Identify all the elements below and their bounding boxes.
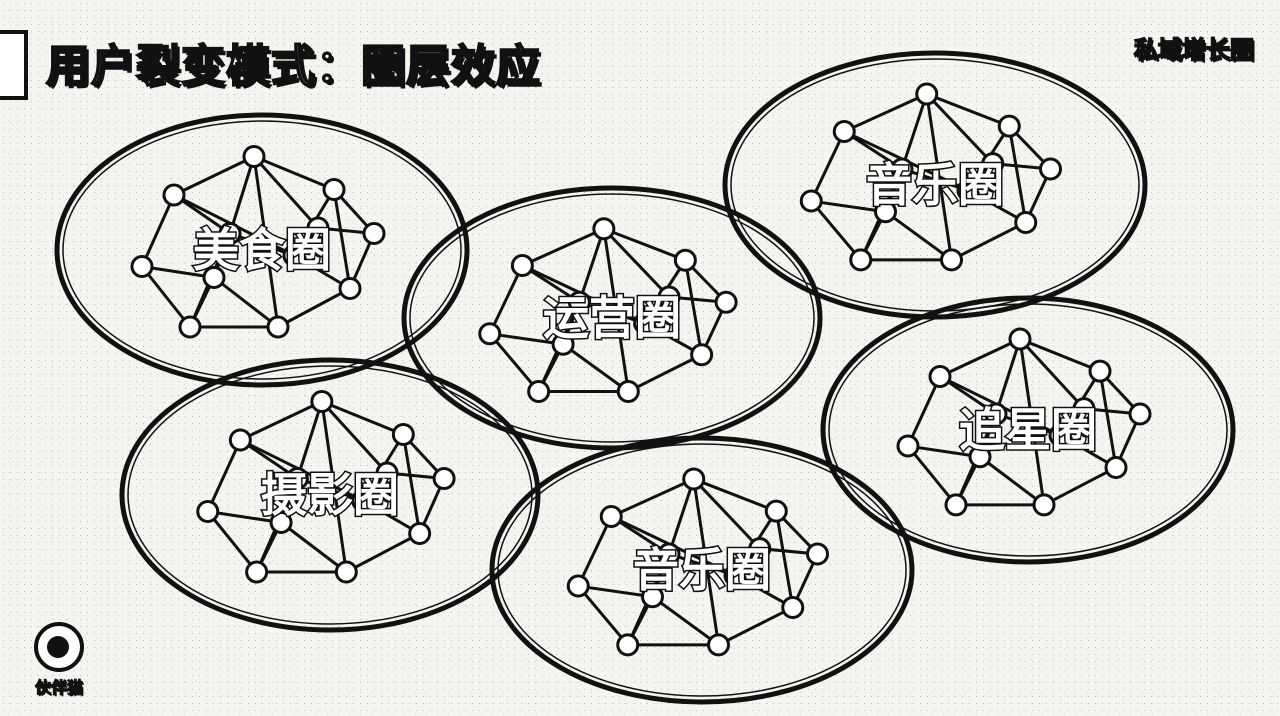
network-node xyxy=(266,315,290,339)
network-edge xyxy=(562,343,630,393)
network-node xyxy=(334,560,358,584)
network-node xyxy=(928,365,952,388)
network-edge xyxy=(810,200,862,261)
circle-music-top: 音乐圈 xyxy=(722,50,1148,320)
circle-label-operations: 运营圈 xyxy=(543,291,681,345)
network-node xyxy=(673,248,697,272)
network-node xyxy=(510,254,534,277)
network-node xyxy=(432,467,456,490)
network-node xyxy=(849,248,873,272)
circle-operations: 运营圈 xyxy=(401,185,823,451)
network-edge xyxy=(521,227,605,267)
network-node xyxy=(944,493,968,517)
network-edge xyxy=(321,400,404,436)
network-node xyxy=(592,217,616,241)
network-edge xyxy=(610,477,695,518)
network-edge xyxy=(603,227,686,262)
network-edge xyxy=(280,521,348,574)
partner-cat-logo: 伙伴猫 xyxy=(24,622,94,698)
network-edge xyxy=(206,510,258,573)
circle-celebrity: 追星圈 xyxy=(820,295,1236,565)
network-edge xyxy=(926,92,1010,128)
network-node xyxy=(616,380,640,403)
network-node xyxy=(806,542,829,566)
network-edge xyxy=(253,155,335,191)
network-edge xyxy=(277,287,351,329)
circle-layer-diagram: 美食圈运营圈音乐圈摄影圈音乐圈追星圈 xyxy=(54,50,1236,705)
network-node xyxy=(1032,493,1056,517)
network-node xyxy=(338,277,362,300)
network-node xyxy=(391,423,415,446)
network-node xyxy=(228,428,252,452)
network-edge xyxy=(140,194,176,268)
network-node xyxy=(682,467,706,491)
network-edge xyxy=(843,92,928,133)
network-node xyxy=(130,255,154,278)
logo-text: 伙伴猫 xyxy=(34,678,83,698)
network-node xyxy=(599,505,623,528)
network-edge xyxy=(979,455,1045,507)
network-edge xyxy=(1019,337,1101,373)
network-node xyxy=(690,343,714,367)
network-node xyxy=(1088,359,1112,383)
network-node xyxy=(162,183,186,207)
network-edge xyxy=(213,276,279,329)
network-edge xyxy=(627,353,703,393)
network-node xyxy=(896,434,920,458)
circle-label-music-top: 音乐圈 xyxy=(866,158,1004,212)
network-edge xyxy=(295,401,324,479)
network-edge xyxy=(239,400,323,442)
network-node xyxy=(310,390,334,413)
cat-head-icon xyxy=(34,622,84,672)
network-edge xyxy=(173,155,255,197)
network-edge xyxy=(577,585,629,646)
network-node xyxy=(799,189,823,213)
network-node xyxy=(764,499,788,523)
network-node xyxy=(997,114,1021,138)
network-edge xyxy=(809,130,846,202)
network-node xyxy=(245,560,269,584)
network-edge xyxy=(693,477,777,513)
network-node xyxy=(616,633,640,657)
network-node xyxy=(714,290,738,314)
network-node xyxy=(242,145,266,168)
network-edge xyxy=(140,265,192,328)
circle-label-photography: 摄影圈 xyxy=(261,468,399,522)
network-node xyxy=(178,315,202,339)
network-edge xyxy=(717,606,794,647)
network-node xyxy=(196,500,220,523)
network-node xyxy=(478,322,502,346)
network-edge xyxy=(950,221,1027,262)
network-node xyxy=(566,574,590,598)
network-edge xyxy=(206,439,242,513)
circle-label-music-bottom: 音乐圈 xyxy=(633,543,771,597)
network-node xyxy=(940,248,963,272)
network-edge xyxy=(651,595,720,647)
network-edge xyxy=(345,532,421,574)
network-node xyxy=(362,222,386,245)
network-node xyxy=(832,120,856,143)
circle-label-celebrity: 追星圈 xyxy=(959,403,1097,457)
network-node xyxy=(781,595,805,619)
network-node xyxy=(322,178,346,201)
network-node xyxy=(408,522,432,545)
network-node xyxy=(1128,402,1152,426)
network-node xyxy=(1008,327,1032,351)
network-edge xyxy=(939,337,1021,378)
circle-label-food: 美食圈 xyxy=(193,223,331,277)
network-edge xyxy=(228,156,256,234)
network-node xyxy=(707,633,730,657)
network-node xyxy=(1104,455,1128,479)
circle-food: 美食圈 xyxy=(54,112,470,388)
network-node xyxy=(915,82,939,106)
network-edge xyxy=(1043,466,1117,507)
circle-music-bottom: 音乐圈 xyxy=(489,435,915,705)
network-node xyxy=(527,380,551,403)
network-node xyxy=(1014,210,1038,234)
circle-photography: 摄影圈 xyxy=(119,357,541,633)
network-edge xyxy=(884,210,953,262)
network-edge xyxy=(576,515,613,587)
network-node xyxy=(1039,157,1062,181)
